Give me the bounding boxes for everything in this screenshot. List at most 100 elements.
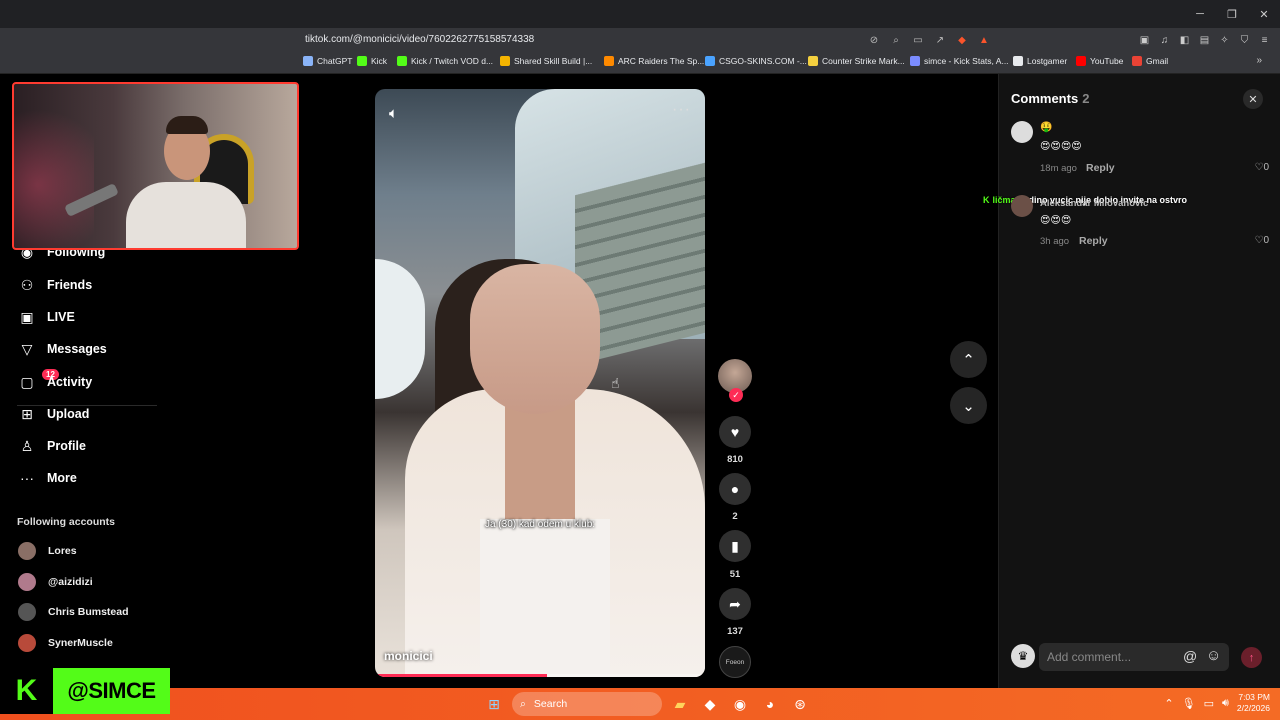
brave-rewards-icon[interactable]: ▲ [976,32,992,48]
share-button[interactable]: ➦ [719,588,751,620]
file-explorer-icon[interactable]: ▰ [668,692,692,716]
following-account[interactable]: SynerMuscle [18,631,113,655]
comment-like-count: 0 [1263,162,1269,173]
bookmark-label: Counter Strike Mark... [822,56,905,66]
video-progress-fill [375,674,547,677]
bookmark-0[interactable]: ChatGPT [303,56,352,66]
bookmark-9[interactable]: YouTube [1076,56,1123,66]
windows-start-icon[interactable]: ⊞ [482,692,506,716]
sidebar-item-more[interactable]: ··· More [0,464,175,492]
cast-icon[interactable]: ▭ [910,32,926,48]
post-comment-button[interactable]: ↑ [1241,647,1262,668]
clock-time: 7:03 PM [1238,692,1270,702]
follow-check-icon[interactable]: ✓ [729,388,743,402]
screenshot-icon[interactable]: ▣ [1137,32,1152,48]
close-comments-button[interactable]: ✕ [1243,89,1263,109]
restore-icon[interactable]: ❐ [1216,0,1248,28]
system-clock[interactable]: 7:03 PM 2/2/2026 [1237,692,1270,714]
like-count: 810 [727,454,743,465]
bookmark-8[interactable]: Lostgamer [1013,56,1067,66]
following-account[interactable]: Lores [18,539,77,563]
comment-like-button[interactable]: ♡0 [1254,162,1269,173]
video-caption: Ja (30) kad odem u klub: [484,519,596,530]
arc-icon [604,56,614,66]
address-bar-icons: ⊘ ⌕ ▭ ↗ ◆ ▲ [866,32,992,48]
sidebar-item-messages[interactable]: ▽ Messages [0,335,175,363]
brave-browser-icon[interactable]: ◆ [698,692,722,716]
video-progress-bar[interactable] [375,674,705,677]
previous-video-button[interactable]: ⌃ [950,341,987,378]
avatar [18,603,36,621]
volume-icon[interactable]: 🔈︎ [389,105,398,122]
video-player[interactable]: 🔈︎ ··· Ja (30) kad odem u klub: monicici [375,89,705,677]
friends-icon: ⚇ [20,276,34,293]
sidebar-item-label: Profile [47,439,86,453]
bookmark-label: Gmail [1146,56,1169,66]
vpn-icon[interactable]: ⛉ [1237,32,1252,48]
comment-like-button[interactable]: ♡0 [1254,235,1269,246]
bookmark-7[interactable]: simce - Kick Stats, A... [910,56,1009,66]
bookmark-10[interactable]: Gmail [1132,56,1168,66]
sidebar-item-live[interactable]: ▣ LIVE [0,303,175,331]
url-text[interactable]: tiktok.com/@monicici/video/7602262775158… [305,34,534,45]
sidebar-item-activity[interactable]: ▢ 12 Activity [0,368,175,396]
chrome-icon[interactable]: ◉ [728,692,752,716]
steam-icon[interactable]: ⊛ [788,692,812,716]
volume-tray-icon[interactable]: 🔊︎ [1222,697,1229,710]
bookmark-5[interactable]: CSGO-SKINS.COM -... [705,56,807,66]
media-icon[interactable]: ♫ [1157,32,1172,48]
bookmark-6[interactable]: Counter Strike Mark... [808,56,905,66]
sidebar-item-profile[interactable]: ♙ Profile [0,432,175,460]
kick-stream-overlay: K @SIMCE [0,668,170,714]
brave-shield-icon[interactable]: ◆ [954,32,970,48]
reply-button[interactable]: Reply [1086,162,1115,174]
network-icon[interactable]: ▭ [1204,697,1214,710]
next-video-button[interactable]: ⌄ [950,387,987,424]
menu-icon[interactable]: ≡ [1257,32,1272,48]
comment-username[interactable]: Aleksandar Milovanovic [1040,198,1148,209]
mention-icon[interactable]: @ [1183,648,1197,664]
sidebar-item-label: LIVE [47,310,75,324]
share-icon[interactable]: ↗ [932,32,948,48]
taskbar-search[interactable]: ⌕ Search [512,692,662,716]
save-button[interactable]: ▮ [719,530,751,562]
comment-input[interactable] [1039,643,1229,671]
bookmark-2[interactable]: Kick / Twitch VOD d... [397,56,493,66]
following-account[interactable]: Chris Bumstead [18,600,129,624]
minimize-icon[interactable]: ─ [1184,0,1216,28]
wallet-icon[interactable]: ▤ [1197,32,1212,48]
arrow-up-icon: ↑ [1248,651,1255,664]
emoji-icon[interactable]: ☺ [1206,647,1221,664]
sidebar-item-friends[interactable]: ⚇ Friends [0,271,175,299]
bookmark-4[interactable]: ARC Raiders The Sp... [604,56,704,66]
music-disc[interactable]: Foeon [719,646,751,678]
close-window-icon[interactable]: ✕ [1248,0,1280,28]
zoom-icon[interactable]: ⌕ [888,32,904,48]
hand-cursor-icon: ☝ [611,375,620,391]
reply-button[interactable]: Reply [1079,235,1108,247]
comment-button[interactable]: ● [719,473,751,505]
translate-icon[interactable]: ⊘ [866,32,882,48]
address-bar[interactable]: tiktok.com/@monicici/video/7602262775158… [0,28,1280,52]
bookmarks-overflow-icon[interactable]: » [1256,55,1262,66]
like-button[interactable]: ♥ [719,416,751,448]
csgo-icon [705,56,715,66]
activity-icon: ▢ 12 [18,369,59,391]
simce-icon [910,56,920,66]
tiktok-page: ⌂For You⊘Explore◉Following⚇Friends▣LIVE▽… [0,74,1280,714]
more-options-icon[interactable]: ··· [672,101,691,119]
divider [17,405,157,406]
bookmark-1[interactable]: Kick [357,56,387,66]
avatar[interactable] [1011,195,1033,217]
leo-ai-icon[interactable]: ✧ [1217,32,1232,48]
discord-icon[interactable]: ◕ [758,692,782,716]
microphone-icon[interactable]: 🎙︎ [1182,697,1196,710]
video-author[interactable]: monicici [384,649,433,663]
sidebar-icon[interactable]: ◧ [1177,32,1192,48]
bookmark-label: Kick / Twitch VOD d... [411,56,494,66]
avatar[interactable] [1011,121,1033,143]
bookmark-3[interactable]: Shared Skill Build |... [500,56,592,66]
following-account[interactable]: @aizidizi [18,570,93,594]
tray-overflow-icon[interactable]: ⌃ [1164,697,1173,710]
sidebar-item-label: More [47,471,77,485]
